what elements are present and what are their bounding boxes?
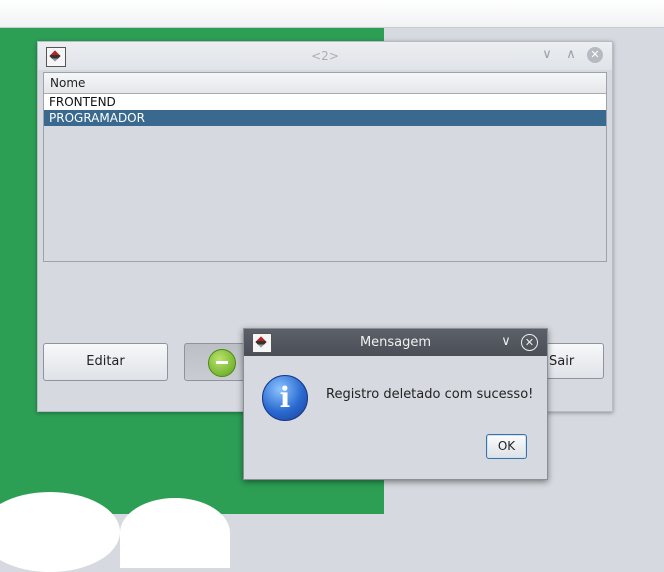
info-icon: i: [262, 375, 308, 421]
close-icon[interactable]: ✕: [521, 334, 538, 351]
minimize-icon[interactable]: ∨: [538, 46, 556, 64]
main-window-titlebar[interactable]: <2> ∨ ∧ ✕: [38, 42, 612, 70]
column-header-nome[interactable]: Nome: [44, 73, 606, 94]
background-logo-shape: [120, 498, 230, 568]
message-dialog: Mensagem ∨ ✕ i Registro deletado com suc…: [243, 328, 548, 480]
table-row[interactable]: FRONTEND: [44, 94, 606, 110]
close-icon[interactable]: ✕: [587, 47, 603, 63]
minimize-icon[interactable]: ∨: [498, 334, 514, 350]
records-table: Nome FRONTEND PROGRAMADOR: [43, 72, 607, 262]
table-row-selected[interactable]: PROGRAMADOR: [44, 110, 606, 126]
dialog-message: Registro deletado com sucesso!: [326, 387, 534, 402]
ok-button[interactable]: OK: [486, 434, 527, 459]
window-title: <2>: [311, 49, 339, 63]
desktop-top-bar: [0, 0, 664, 28]
dialog-titlebar[interactable]: Mensagem ∨ ✕: [244, 329, 547, 356]
delete-button[interactable]: [184, 343, 246, 381]
minus-icon: [208, 349, 236, 377]
edit-button[interactable]: Editar: [43, 343, 168, 381]
maximize-icon[interactable]: ∧: [562, 46, 580, 64]
